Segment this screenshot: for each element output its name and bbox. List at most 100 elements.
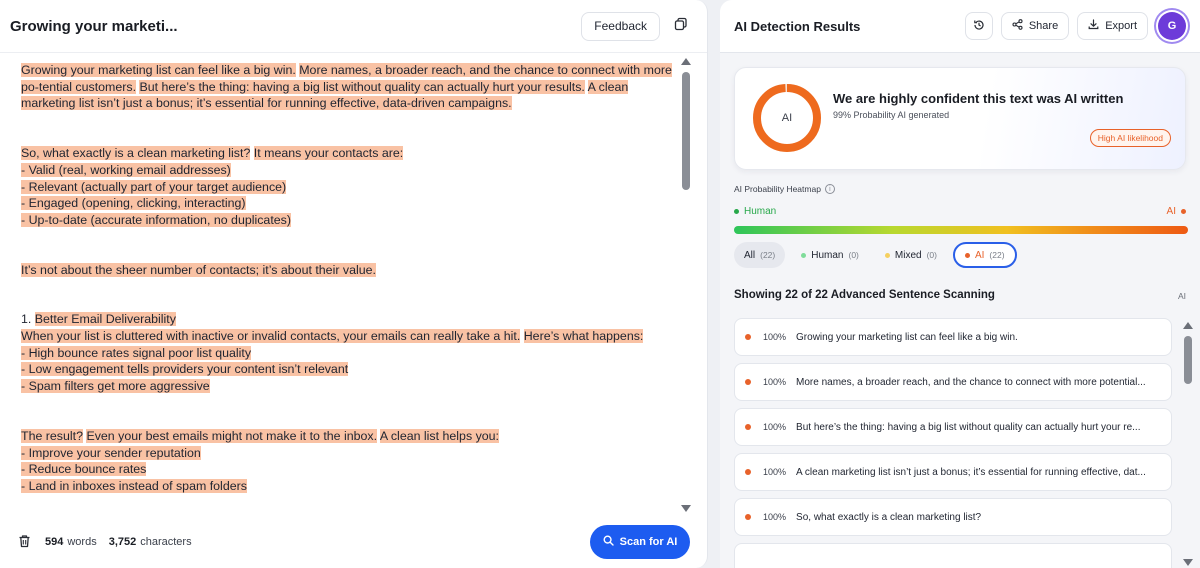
sentence-probability: 100% — [763, 422, 787, 432]
paragraph: So, what exactly is a clean marketing li… — [21, 145, 674, 162]
char-count: 3,752 — [108, 536, 137, 548]
sentence-scan-ai-tag: AI — [1177, 291, 1186, 301]
ai-highlighted-sentence[interactable]: Growing your marketing list can feel lik… — [21, 63, 296, 77]
heatmap-title-text: AI Probability Heatmap — [734, 184, 821, 194]
trash-button[interactable] — [18, 534, 31, 551]
share-label: Share — [1028, 20, 1059, 32]
bullet-line: - Engaged (opening, clicking, interactin… — [21, 195, 674, 212]
scroll-thumb[interactable] — [1184, 336, 1192, 384]
bullet-line: - Improve your sender reputation — [21, 445, 674, 462]
scroll-down-arrow[interactable] — [681, 505, 691, 512]
text-editor[interactable]: Growing your marketing list can feel lik… — [0, 54, 694, 516]
filter-human-count: (0) — [848, 250, 859, 260]
filter-mixed[interactable]: Mixed (0) — [875, 242, 947, 268]
ai-highlighted-sentence[interactable]: When your list is cluttered with inactiv… — [21, 329, 521, 344]
scroll-up-arrow[interactable] — [681, 58, 691, 65]
bullet-line: - High bounce rates signal poor list qua… — [21, 345, 674, 362]
paragraph: 1. Better Email Deliverability — [21, 311, 674, 328]
sentence-item[interactable]: 100% So, what exactly is a clean marketin… — [734, 498, 1172, 536]
paragraph: Growing your marketing list can feel lik… — [21, 62, 674, 112]
filter-human[interactable]: Human (0) — [791, 242, 869, 268]
editor-scrollbar[interactable] — [681, 56, 691, 514]
filter-ai[interactable]: AI (22) — [952, 242, 1017, 268]
sentence-item[interactable]: 100% A clean marketing list isn’t just a … — [734, 453, 1172, 491]
ai-dot-icon — [745, 424, 751, 430]
editor-panel: Growing your marketi... Feedback Growing… — [0, 0, 708, 568]
history-icon — [973, 19, 985, 34]
sentence-list-scrollbar[interactable] — [1182, 320, 1194, 568]
ai-highlighted-sentence[interactable]: - High bounce rates signal poor list qua… — [21, 345, 252, 360]
sentence-list: 100% Growing your marketing list can feel… — [734, 318, 1172, 568]
sentence-item[interactable]: 100% But here’s the thing: having a big l… — [734, 408, 1172, 446]
sentence-probability: 100% — [763, 377, 787, 387]
ai-highlighted-sentence[interactable]: Here’s what happens: — [523, 329, 644, 344]
filter-mixed-count: (0) — [926, 250, 937, 260]
ai-highlighted-sentence[interactable]: - Up-to-date (accurate information, no d… — [21, 212, 291, 227]
ai-highlighted-sentence[interactable]: It means your contacts are: — [253, 146, 404, 161]
share-icon — [1012, 19, 1023, 33]
ai-highlighted-sentence[interactable]: Even your best emails might not make it … — [86, 428, 378, 443]
scan-for-ai-button[interactable]: Scan for AI — [590, 525, 690, 559]
filter-all-label: All — [744, 249, 756, 261]
ai-highlighted-sentence[interactable]: Better Email Deliverability — [34, 312, 176, 327]
filter-all-count: (22) — [760, 250, 776, 260]
sentence-scan-title: Showing 22 of 22 Advanced Sentence Scann… — [734, 289, 995, 301]
results-title: AI Detection Results — [734, 18, 861, 34]
sentence-probability: 100% — [763, 332, 787, 342]
ai-highlighted-sentence[interactable]: - Spam filters get more aggressive — [21, 379, 210, 394]
info-icon[interactable]: i — [824, 184, 835, 194]
bullet-line: - Up-to-date (accurate information, no d… — [21, 212, 674, 229]
copy-button[interactable] — [666, 12, 695, 41]
ai-dot-icon — [745, 334, 751, 340]
ai-highlighted-sentence[interactable]: A clean list helps you: — [379, 428, 500, 443]
sentence-text: Growing your marketing list can feel lik… — [796, 331, 1018, 343]
user-avatar[interactable]: G — [1158, 12, 1186, 40]
scroll-thumb[interactable] — [682, 72, 690, 190]
sentence-item[interactable]: 100% More names, a broader reach, and the… — [734, 363, 1172, 401]
donut-label: AI — [781, 112, 793, 124]
editor-header: Growing your marketi... Feedback — [0, 0, 707, 53]
sentence-text: But here’s the thing: having a big list … — [796, 421, 1141, 433]
feedback-button[interactable]: Feedback — [581, 11, 660, 41]
bullet-line: - Relevant (actually part of your target… — [21, 179, 674, 196]
bullet-line: - Valid (real, working email addresses) — [21, 162, 674, 179]
ai-highlighted-sentence[interactable]: But here’s the thing: having a big list … — [139, 79, 585, 94]
filter-ai-label: AI — [974, 249, 985, 261]
ai-highlighted-sentence[interactable]: - Reduce bounce rates — [21, 462, 147, 477]
filter-mixed-label: Mixed — [894, 249, 922, 261]
human-dot-icon — [801, 252, 807, 258]
bullet-line: - Low engagement tells providers your co… — [21, 361, 674, 378]
ai-dot-icon — [964, 252, 970, 258]
ai-label-text: AI — [1166, 206, 1176, 217]
ai-highlighted-sentence[interactable]: So, what exactly is a clean marketing li… — [21, 146, 251, 161]
share-button[interactable]: Share — [1000, 12, 1070, 40]
filter-all[interactable]: All (22) — [734, 242, 786, 268]
results-header: AI Detection Results Share Export G — [720, 0, 1200, 53]
result-headline: We are highly confident this text was AI… — [833, 91, 1124, 106]
scroll-up-arrow[interactable] — [1183, 322, 1193, 329]
ai-highlighted-sentence[interactable]: - Improve your sender reputation — [21, 445, 201, 460]
characters-label: characters — [140, 536, 192, 548]
heatmap-gradient-bar — [734, 226, 1188, 234]
scroll-down-arrow[interactable] — [1183, 559, 1193, 566]
sentence-item[interactable]: 100% Growing your marketing list can feel… — [734, 318, 1172, 356]
ai-highlighted-sentence[interactable]: - Low engagement tells providers your co… — [21, 362, 349, 377]
ai-highlighted-sentence[interactable]: - Land in inboxes instead of spam folder… — [21, 478, 247, 493]
history-button[interactable] — [964, 12, 993, 40]
words-label: words — [67, 536, 97, 548]
ai-highlighted-sentence[interactable]: It’s not about the sheer number of conta… — [21, 262, 376, 277]
sentence-item[interactable] — [734, 543, 1172, 568]
ai-highlighted-sentence[interactable]: - Engaged (opening, clicking, interactin… — [21, 196, 246, 211]
scale-ai-label: AI — [1167, 206, 1186, 217]
ai-highlighted-sentence[interactable]: - Relevant (actually part of your target… — [21, 179, 287, 194]
ai-highlighted-sentence[interactable]: - Valid (real, working email addresses) — [21, 162, 231, 177]
export-button[interactable]: Export — [1077, 12, 1148, 40]
ai-highlighted-sentence[interactable]: The result? — [21, 428, 83, 443]
mixed-dot-icon — [884, 252, 890, 258]
result-summary-card: AI We are highly confident this text was… — [734, 67, 1186, 170]
copy-icon — [674, 17, 688, 36]
export-label: Export — [1105, 20, 1137, 32]
